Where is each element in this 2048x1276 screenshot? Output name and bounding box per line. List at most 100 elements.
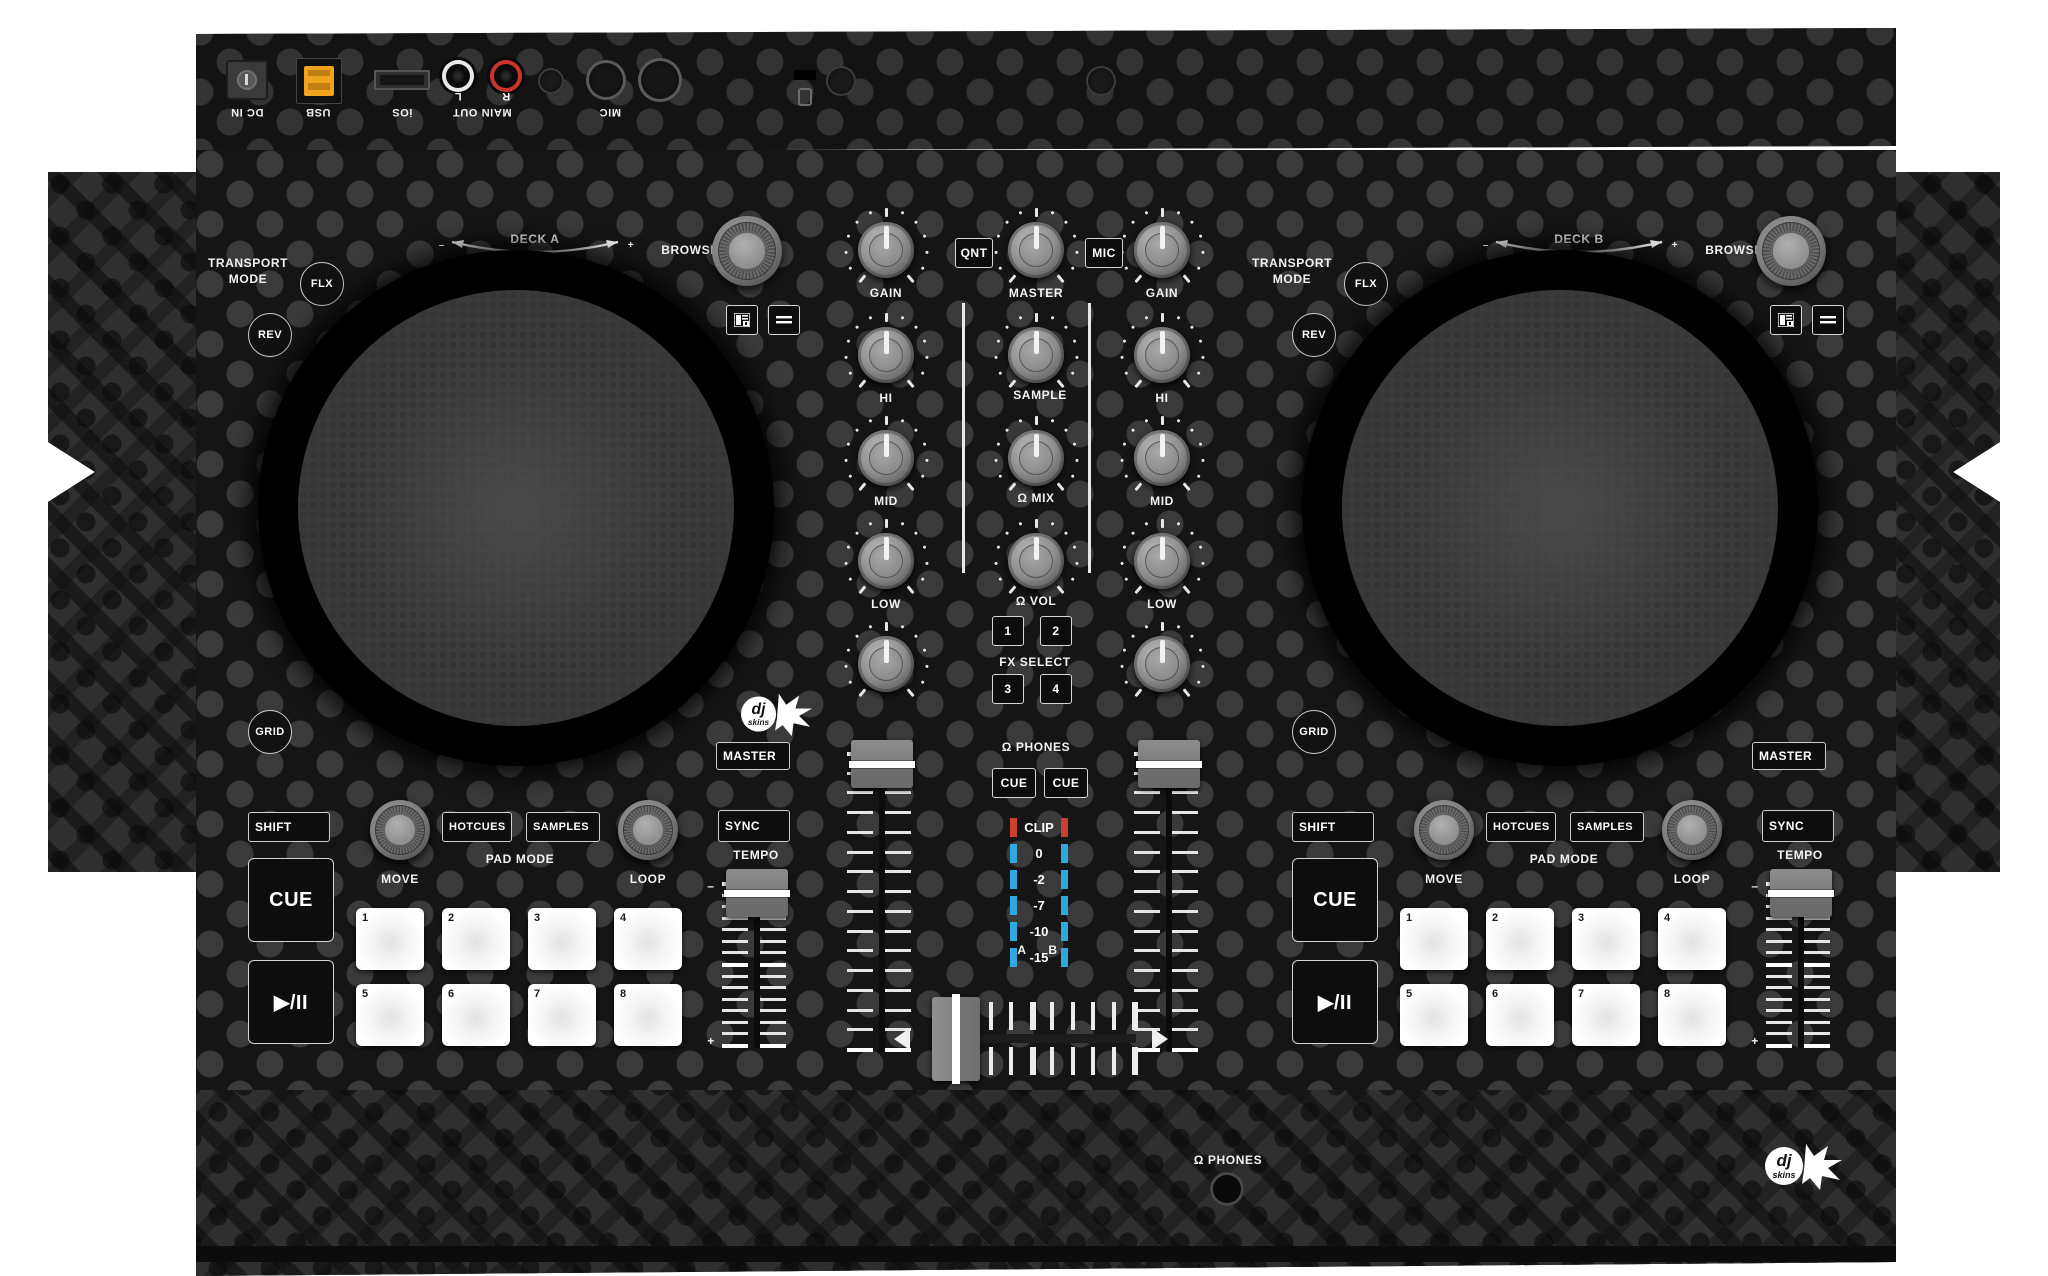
deck-b-move-encoder[interactable] — [1414, 800, 1474, 860]
port-label-mainout: MAIN OUT — [452, 106, 512, 118]
deck-b-flx-button[interactable]: FLX — [1344, 262, 1388, 306]
front-phones-jack[interactable] — [1210, 1172, 1244, 1206]
deck-b-rev-button[interactable]: REV — [1292, 313, 1336, 357]
crossfader-handle[interactable] — [932, 994, 980, 1084]
channel-b-label: B — [1048, 943, 1058, 957]
deck-a-play-button[interactable]: ▶/II — [248, 960, 334, 1044]
deck-b-loop-encoder[interactable] — [1662, 800, 1722, 860]
fx-select-label: FX SELECT — [999, 655, 1071, 669]
deck-a-load-button[interactable] — [726, 305, 758, 335]
deck-a-loop-encoder[interactable] — [618, 800, 678, 860]
deck_a-knob-label-1: HI — [879, 391, 893, 405]
channel-a-fader[interactable] — [849, 740, 915, 788]
deck-b-pad-3[interactable]: 3 — [1572, 908, 1640, 970]
deck-b-cue-button[interactable]: CUE — [1292, 858, 1378, 942]
deck-b-pad-8-number: 8 — [1664, 988, 1671, 1000]
deck-b-plus: + — [1671, 240, 1679, 251]
deck-a-pad-3[interactable]: 3 — [528, 908, 596, 970]
deck-a-sync-button[interactable]: SYNC — [718, 810, 790, 842]
port-label-dcin: DC IN — [230, 106, 264, 118]
deck-b-browse-label: BROWSE — [1705, 243, 1763, 257]
deck_b-knob-label-3: LOW — [1147, 597, 1177, 611]
deck-b-pad-5[interactable]: 5 — [1400, 984, 1468, 1046]
deck-b-load-button[interactable] — [1770, 305, 1802, 335]
deck_a-knob-ring-3 — [843, 519, 929, 603]
deck-a-rev-button[interactable]: REV — [248, 313, 292, 357]
deck-b-pad-1[interactable]: 1 — [1400, 908, 1468, 970]
deck-b-tempo-fader[interactable] — [1768, 869, 1834, 917]
deck-a-samples-button[interactable]: SAMPLES — [526, 812, 600, 842]
qnt-button[interactable]: QNT — [955, 238, 993, 268]
mic-jack-2[interactable] — [638, 58, 682, 102]
deck_b-knob-ring-0 — [1119, 208, 1205, 292]
deck-b-pad-5-number: 5 — [1406, 988, 1413, 1000]
deck-b-shift-tag[interactable]: SHIFT — [1292, 812, 1374, 842]
deck-a-pad-5-number: 5 — [362, 988, 369, 1000]
deck-a-browse-encoder[interactable] — [712, 216, 782, 286]
deck-b-pad-4[interactable]: 4 — [1658, 908, 1726, 970]
crossfader-arrow-left[interactable] — [894, 1028, 910, 1050]
fx-button-4[interactable]: 4 — [1040, 674, 1072, 704]
headphone-vol-label: Ω VOL — [1015, 594, 1057, 608]
deck-a-pad-6[interactable]: 6 — [442, 984, 510, 1046]
vu-label-0: CLIP — [1024, 820, 1054, 835]
deck-b-browse-encoder[interactable] — [1756, 216, 1826, 286]
deck-b-grid-button[interactable]: GRID — [1292, 710, 1336, 754]
fx-button-3[interactable]: 3 — [992, 674, 1024, 704]
deck-a-pad-7[interactable]: 7 — [528, 984, 596, 1046]
mic-button[interactable]: MIC — [1085, 238, 1123, 268]
deck-a-shift-tag[interactable]: SHIFT — [248, 812, 330, 842]
deck-a-move-encoder[interactable] — [370, 800, 430, 860]
deck-b-pad-7[interactable]: 7 — [1572, 984, 1640, 1046]
sample-knob-label: SAMPLE — [1013, 388, 1067, 402]
deck_a-knob-ring-2 — [843, 416, 929, 500]
deck-a-list-button[interactable] — [768, 305, 800, 335]
deck-b-play-button[interactable]: ▶/II — [1292, 960, 1378, 1044]
deck-b-list-button[interactable] — [1812, 305, 1844, 335]
port-label-ios: iOS — [391, 106, 413, 118]
vu-row-0: CLIP — [1010, 816, 1068, 842]
fx-button-1[interactable]: 1 — [992, 616, 1024, 646]
deck-a-shift-label: SHIFT — [255, 820, 292, 834]
rear-screw-1 — [826, 66, 856, 96]
deck-b-pad-3-number: 3 — [1578, 912, 1585, 924]
cue-button-a[interactable]: CUE — [992, 768, 1036, 798]
fx-button-2[interactable]: 2 — [1040, 616, 1072, 646]
usb-b-port[interactable] — [296, 58, 342, 104]
deck-b-pad-2[interactable]: 2 — [1486, 908, 1554, 970]
rca-jack-left[interactable] — [446, 64, 470, 88]
cue-button-b[interactable]: CUE — [1044, 768, 1088, 798]
rear-texture — [196, 28, 1896, 152]
deck-b-sync-button[interactable]: SYNC — [1762, 810, 1834, 842]
mic-jack-1[interactable] — [586, 60, 626, 100]
deck-a-pad-1[interactable]: 1 — [356, 908, 424, 970]
deck-a-pad-4[interactable]: 4 — [614, 908, 682, 970]
deck-a-tempo-fader[interactable] — [724, 869, 790, 917]
deck-b-hotcues-button[interactable]: HOTCUES — [1486, 812, 1556, 842]
usb-a-port[interactable] — [374, 70, 430, 90]
deck-a-pad-8[interactable]: 8 — [614, 984, 682, 1046]
deck-a-flx-button[interactable]: FLX — [300, 262, 344, 306]
deck-a-jog-wheel[interactable] — [258, 250, 774, 766]
deck-a-pad-2[interactable]: 2 — [442, 908, 510, 970]
deck-b-pad-6[interactable]: 6 — [1486, 984, 1554, 1046]
deck-a-pad-5[interactable]: 5 — [356, 984, 424, 1046]
master-knob-label: MASTER — [1008, 286, 1064, 300]
channel-b-fader[interactable] — [1136, 740, 1202, 788]
rca-jack-right[interactable] — [494, 64, 518, 88]
deck-a-cue-button[interactable]: CUE — [248, 858, 334, 942]
deck-a-pad-2-number: 2 — [448, 912, 455, 924]
channel-a-label: A — [1017, 943, 1027, 957]
deck_b-knob-label-1: HI — [1155, 391, 1169, 405]
front-phones-label: Ω PHONES — [1193, 1153, 1263, 1167]
deck-a-grid-button[interactable]: GRID — [248, 710, 292, 754]
crossfader-arrow-right[interactable] — [1152, 1028, 1168, 1050]
power-switch[interactable] — [226, 60, 268, 100]
aux-jack[interactable] — [538, 68, 564, 94]
deck-a-hotcues-button[interactable]: HOTCUES — [442, 812, 512, 842]
deck-b-pad-8[interactable]: 8 — [1658, 984, 1726, 1046]
deck-b-samples-button[interactable]: SAMPLES — [1570, 812, 1644, 842]
channel-a-ticks-left — [847, 752, 873, 1052]
deck-b-transport-mode-label: TRANSPORT MODE — [1251, 256, 1333, 286]
deck-b-jog-wheel[interactable] — [1302, 250, 1818, 766]
